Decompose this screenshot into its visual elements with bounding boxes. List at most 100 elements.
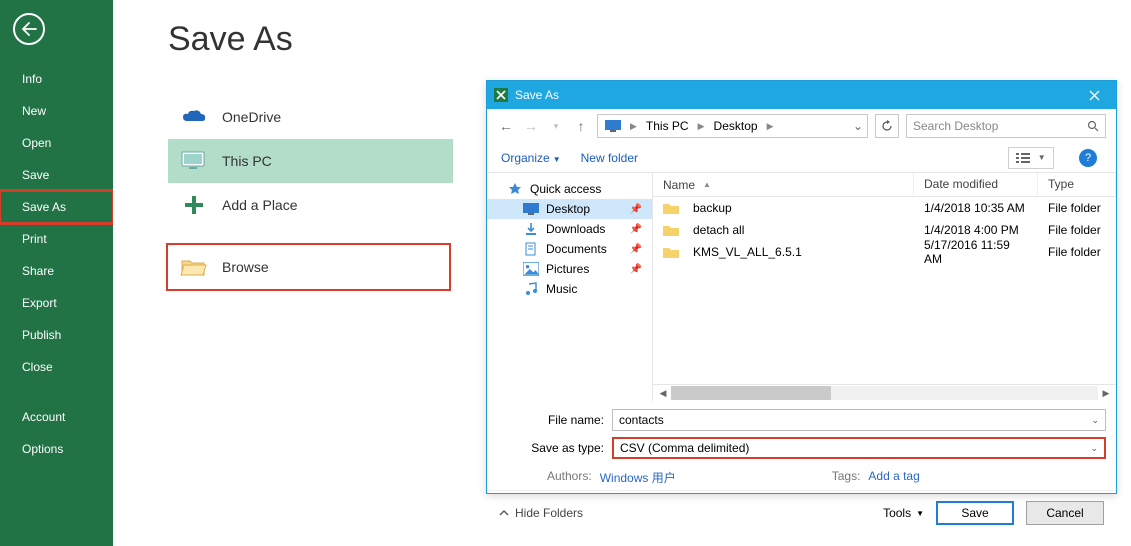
tree-downloads[interactable]: Downloads 📌 (487, 219, 652, 239)
chevron-up-icon (499, 509, 509, 517)
folder-open-icon (180, 255, 208, 279)
help-button[interactable]: ? (1074, 147, 1102, 169)
view-icon (1016, 152, 1030, 164)
menu-open[interactable]: Open (0, 127, 113, 159)
music-icon (523, 282, 539, 296)
nav-back[interactable]: ← (497, 118, 515, 134)
col-type[interactable]: Type (1038, 173, 1116, 196)
savetype-select[interactable]: CSV (Comma delimited) ⌄ (612, 437, 1106, 459)
view-button[interactable]: ▼ (1008, 147, 1054, 169)
menu-share[interactable]: Share (0, 255, 113, 287)
menu-publish[interactable]: Publish (0, 319, 113, 351)
menu-save[interactable]: Save (0, 159, 113, 191)
scroll-track[interactable] (671, 386, 1098, 400)
save-as-dialog: Save As ← → ▾ ↑ ▶ This PC ▶ Desktop ▶ ⌄ … (486, 80, 1117, 494)
folder-icon (663, 202, 679, 214)
scroll-left-icon[interactable]: ◀ (655, 388, 671, 399)
hide-folders-button[interactable]: Hide Folders (499, 506, 583, 520)
tags-label: Tags: (832, 469, 861, 486)
sort-asc-icon: ▲ (703, 180, 711, 189)
tree-documents[interactable]: Documents 📌 (487, 239, 652, 259)
refresh-button[interactable] (875, 114, 899, 138)
loc-browse-label: Browse (222, 259, 269, 275)
help-icon: ? (1079, 149, 1097, 167)
cancel-button[interactable]: Cancel (1026, 501, 1104, 525)
tags-value[interactable]: Add a tag (868, 469, 919, 486)
backstage-menu: Info New Open Save Save As Print Share E… (0, 63, 113, 465)
addr-desktop-icon[interactable] (598, 115, 628, 137)
new-folder-button[interactable]: New folder (581, 151, 638, 165)
column-headers: Name ▲ Date modified Type (653, 173, 1116, 197)
tree-music[interactable]: Music (487, 279, 652, 299)
file-row[interactable]: detach all 1/4/2018 4:00 PM File folder (653, 219, 1116, 241)
metadata-row: Authors: Windows 用户 Tags: Add a tag (497, 465, 1106, 486)
download-icon (523, 222, 539, 236)
close-button[interactable] (1074, 81, 1114, 109)
tree-label: Downloads (546, 222, 605, 236)
tree-label: Quick access (530, 182, 601, 196)
hide-folders-label: Hide Folders (515, 506, 583, 520)
organize-label: Organize (501, 151, 550, 165)
back-button[interactable] (13, 13, 45, 45)
file-row[interactable]: backup 1/4/2018 10:35 AM File folder (653, 197, 1116, 219)
file-type: File folder (1038, 199, 1116, 217)
backstage-sidebar: Info New Open Save Save As Print Share E… (0, 0, 113, 546)
addr-desktop[interactable]: Desktop (707, 115, 765, 137)
addr-dropdown[interactable]: ⌄ (849, 119, 867, 133)
h-scrollbar[interactable]: ◀ ▶ (653, 384, 1116, 401)
chevron-right-icon: ▶ (628, 121, 639, 132)
star-icon (507, 182, 523, 196)
chevron-down-icon[interactable]: ⌄ (1091, 415, 1099, 426)
organize-button[interactable]: Organize▼ (501, 151, 561, 165)
chevron-down-icon[interactable]: ⌄ (1090, 443, 1098, 454)
excel-app-icon (493, 87, 509, 103)
menu-close[interactable]: Close (0, 351, 113, 383)
dialog-titlebar: Save As (487, 81, 1116, 109)
add-place-icon (180, 193, 208, 217)
menu-print[interactable]: Print (0, 223, 113, 255)
search-box[interactable]: Search Desktop (906, 114, 1106, 138)
file-date: 1/4/2018 10:35 AM (914, 199, 1038, 217)
nav-recent[interactable]: ▾ (547, 121, 565, 132)
file-type: File folder (1038, 243, 1116, 261)
menu-account[interactable]: Account (0, 401, 113, 433)
menu-export[interactable]: Export (0, 287, 113, 319)
filename-label: File name: (497, 413, 612, 427)
tree-label: Desktop (546, 202, 590, 216)
tree-quick-access[interactable]: Quick access (487, 179, 652, 199)
tools-label: Tools (883, 506, 911, 520)
chevron-right-icon: ▶ (765, 121, 776, 132)
nav-up[interactable]: ↑ (572, 118, 590, 134)
backstage-content: Save As OneDrive This PC Add a Place Br (113, 0, 460, 546)
col-name[interactable]: Name ▲ (653, 173, 914, 196)
loc-browse[interactable]: Browse (166, 243, 451, 291)
authors-value[interactable]: Windows 用户 (600, 469, 676, 486)
addr-this-pc[interactable]: This PC (639, 115, 696, 137)
pin-icon: 📌 (630, 264, 642, 275)
menu-new[interactable]: New (0, 95, 113, 127)
tools-button[interactable]: Tools ▼ (883, 506, 924, 520)
file-type: File folder (1038, 221, 1116, 239)
menu-save-as[interactable]: Save As (0, 191, 113, 223)
file-name: KMS_VL_ALL_6.5.1 (693, 245, 802, 259)
nav-forward[interactable]: → (522, 118, 540, 134)
save-button[interactable]: Save (936, 501, 1014, 525)
col-date[interactable]: Date modified (914, 173, 1038, 196)
this-pc-icon (180, 149, 208, 173)
scroll-right-icon[interactable]: ▶ (1098, 388, 1114, 399)
menu-options[interactable]: Options (0, 433, 113, 465)
scroll-thumb[interactable] (671, 386, 831, 400)
file-date: 5/17/2016 11:59 AM (914, 236, 1038, 268)
file-row[interactable]: KMS_VL_ALL_6.5.1 5/17/2016 11:59 AM File… (653, 241, 1116, 263)
loc-onedrive[interactable]: OneDrive (168, 95, 453, 139)
tree-pictures[interactable]: Pictures 📌 (487, 259, 652, 279)
loc-add-place[interactable]: Add a Place (168, 183, 453, 227)
tree-desktop[interactable]: Desktop 📌 (487, 199, 652, 219)
address-bar[interactable]: ▶ This PC ▶ Desktop ▶ ⌄ (597, 114, 868, 138)
loc-this-pc-label: This PC (222, 153, 272, 169)
nav-tree: Quick access Desktop 📌 Downloads 📌 Docum… (487, 173, 653, 401)
filename-input[interactable]: contacts ⌄ (612, 409, 1106, 431)
documents-icon (523, 242, 539, 256)
loc-this-pc[interactable]: This PC (168, 139, 453, 183)
menu-info[interactable]: Info (0, 63, 113, 95)
